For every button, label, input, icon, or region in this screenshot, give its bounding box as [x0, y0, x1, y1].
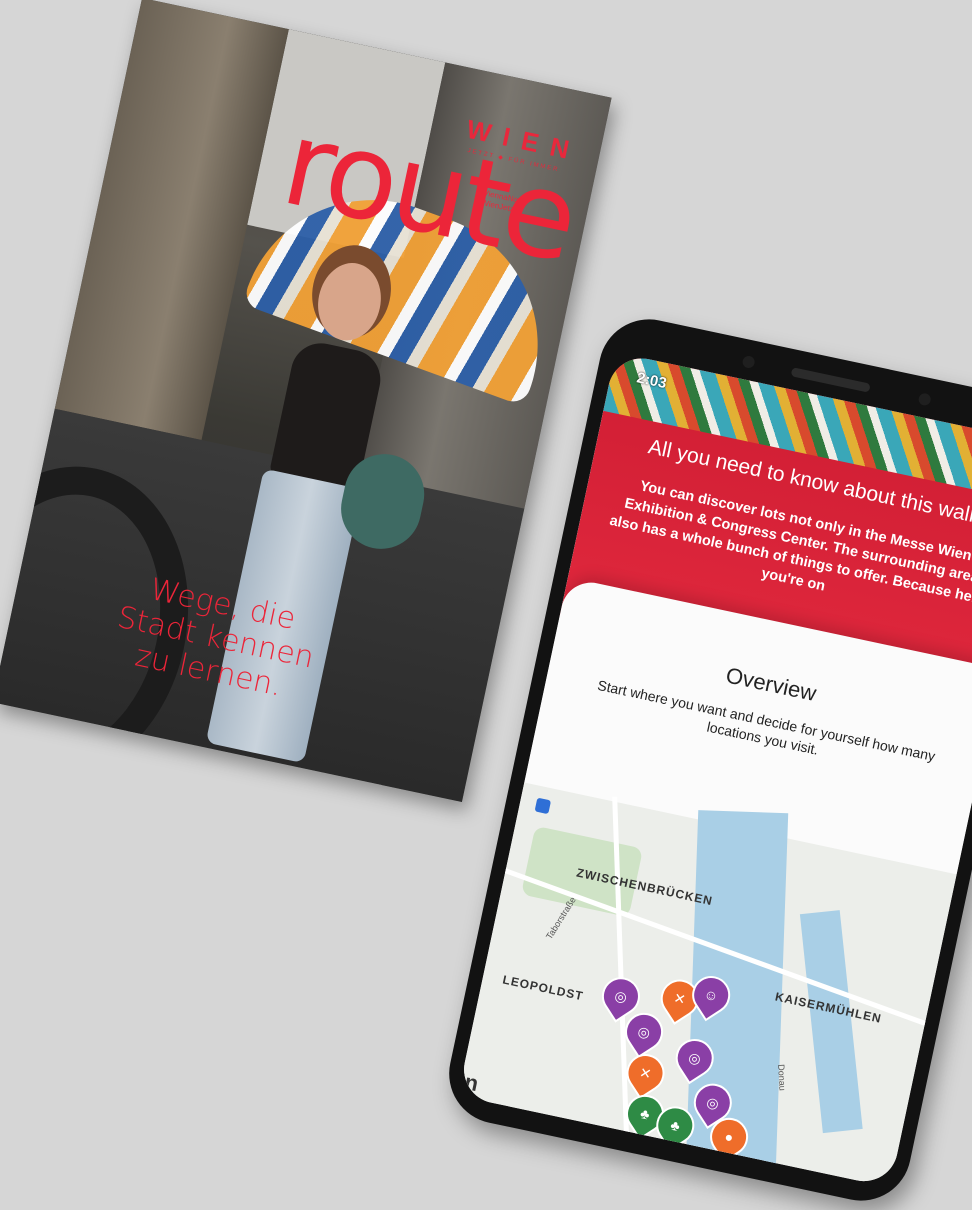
- camera-icon: ◎: [613, 987, 629, 1006]
- ball-icon: ●: [723, 1128, 735, 1146]
- magazine-cover: WIEN JETZT ◆ FÜR IMMER #ViennaNow #WienJ…: [0, 0, 612, 803]
- person-head: [311, 257, 388, 347]
- transit-icon: [534, 797, 552, 815]
- map-river-branch: [799, 910, 863, 1134]
- map-label-leopoldstadt: LEOPOLDST: [501, 972, 585, 1004]
- fork-knife-icon: ✕: [638, 1064, 653, 1083]
- map-label-n: n: [462, 1068, 481, 1097]
- phone-camera: [741, 354, 756, 370]
- phone-screen: 2:03 All you need to know about this wal…: [457, 352, 972, 1188]
- people-icon: ☺: [702, 985, 720, 1005]
- phone-speaker: [790, 367, 871, 393]
- map-label-donau: Donau: [776, 1064, 788, 1092]
- leaf-icon: ♣: [669, 1116, 682, 1135]
- camera-icon: ◎: [636, 1022, 652, 1041]
- phone-sensor: [917, 392, 932, 407]
- camera-icon: ◎: [687, 1048, 703, 1068]
